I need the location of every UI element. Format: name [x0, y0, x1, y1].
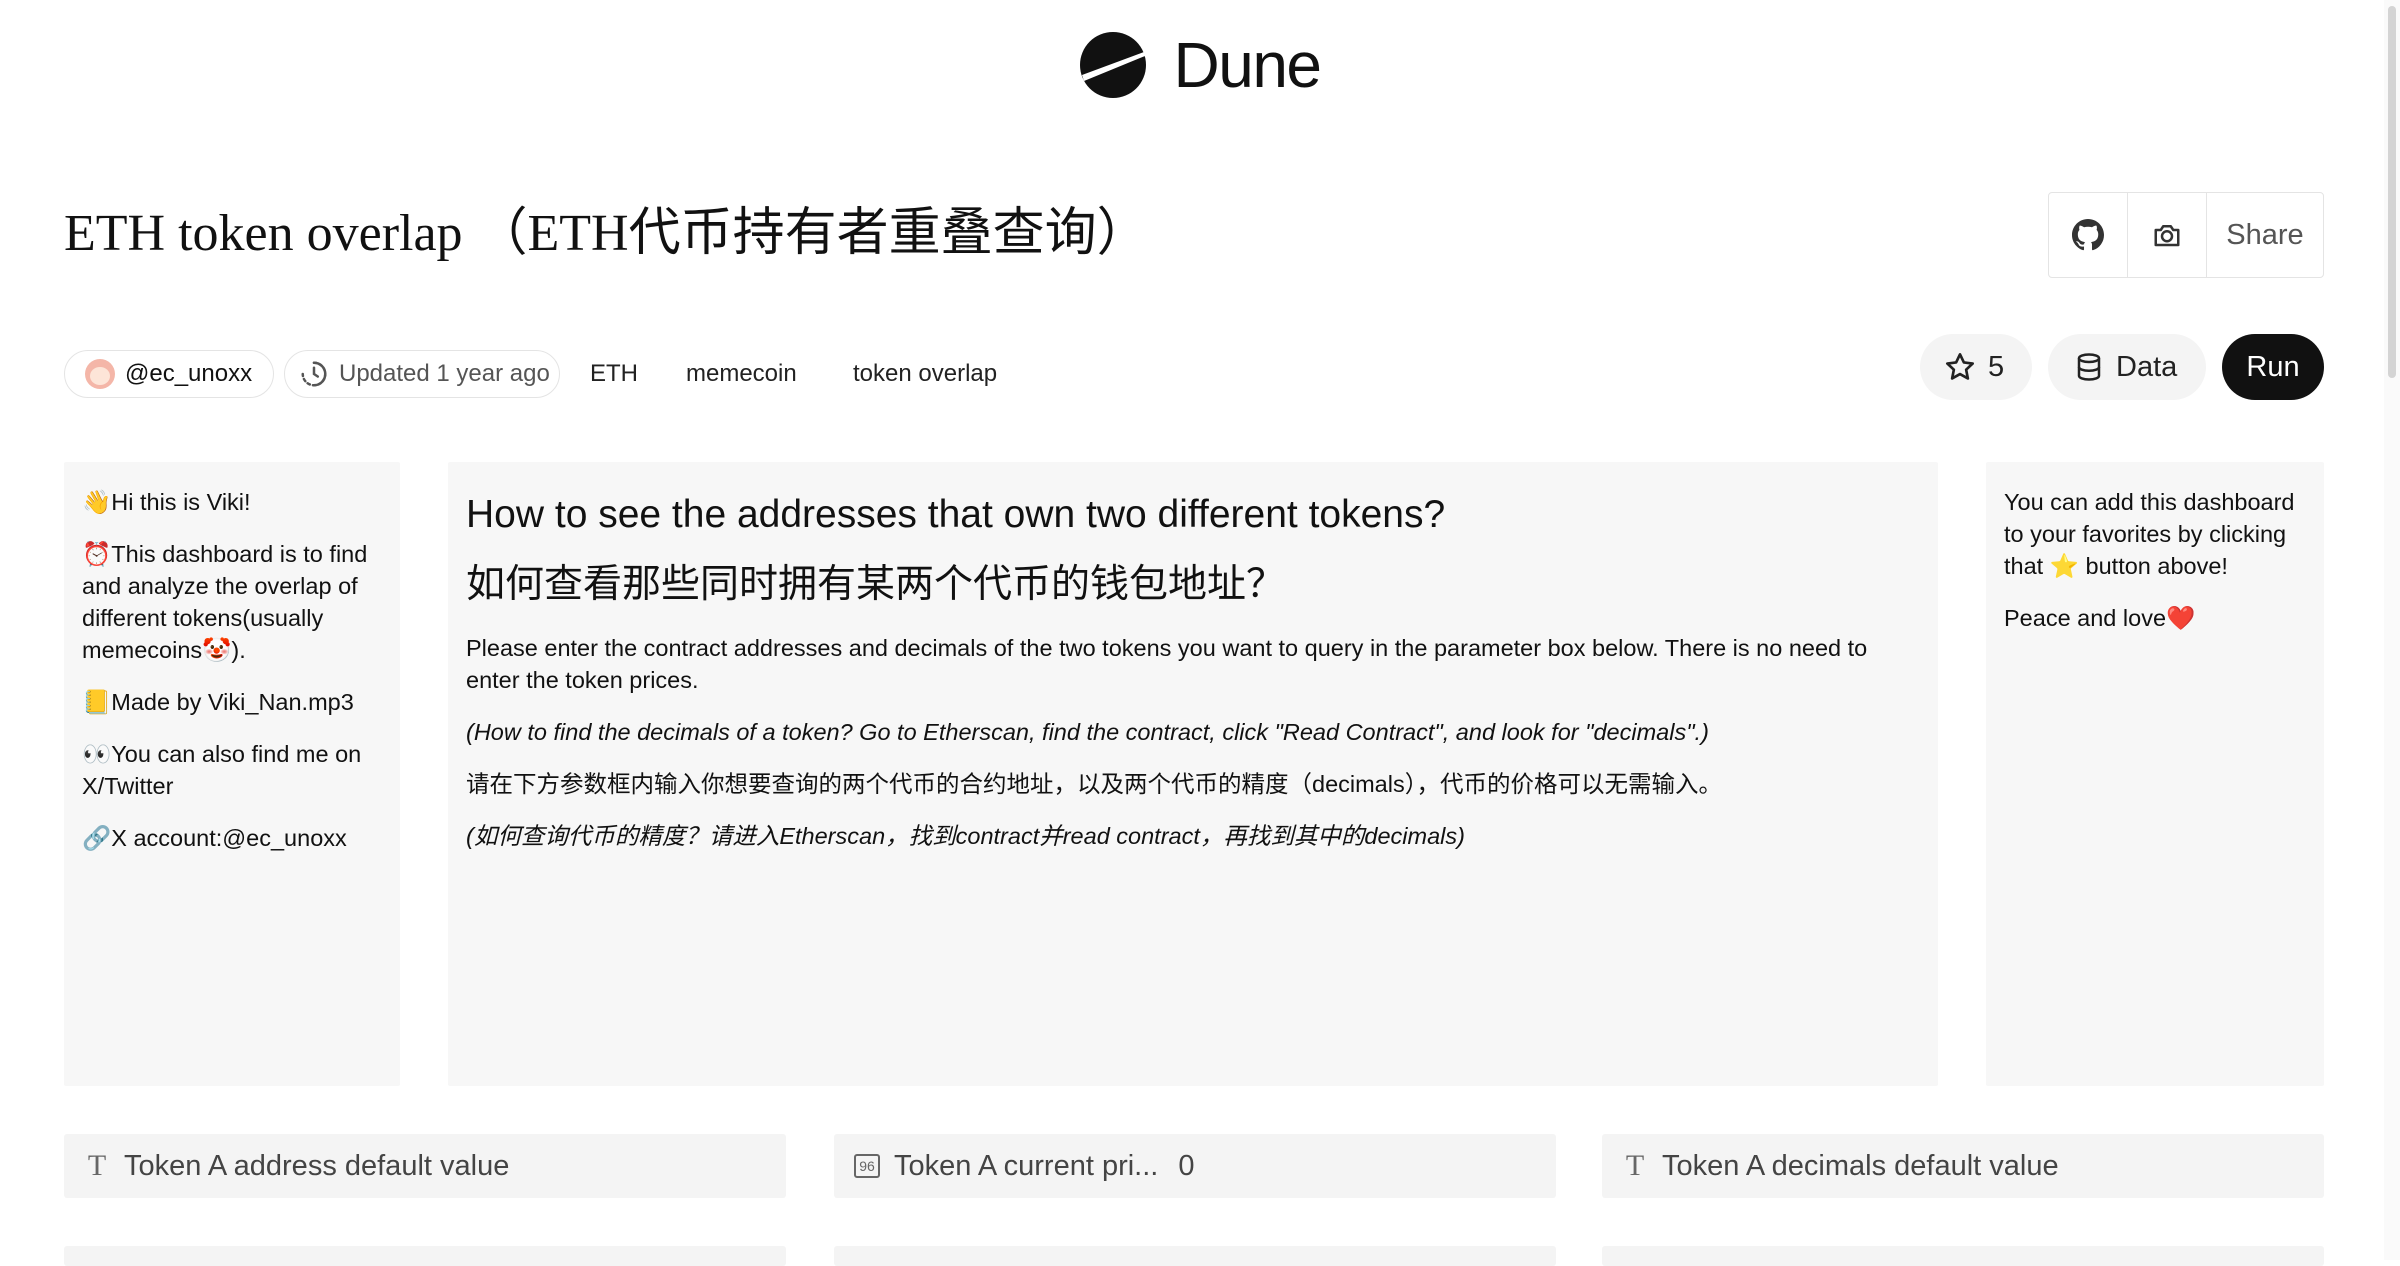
github-icon	[2072, 219, 2104, 251]
data-button[interactable]: Data	[2048, 334, 2206, 400]
updated-text: Updated 1 year ago	[339, 360, 550, 387]
instructions-heading-en: How to see the addresses that own two di…	[466, 493, 1446, 536]
updated-chip: Updated 1 year ago	[284, 350, 560, 398]
number-type-icon: 96	[854, 1154, 880, 1178]
intro-line: 📒Made by Viki_Nan.mp3	[82, 688, 354, 716]
avatar	[85, 359, 115, 389]
instructions-widget: How to see the addresses that own two di…	[448, 462, 1938, 1086]
clown-icon: 🤡	[202, 636, 232, 664]
param-label: Token A address default value	[124, 1149, 510, 1182]
param-token-a-decimals[interactable]: T Token A decimals default value	[1602, 1134, 2324, 1198]
alarm-clock-icon: ⏰	[82, 540, 112, 568]
dune-logo-text: Dune	[1173, 29, 1323, 101]
intro-line: 👋Hi this is Viki!	[82, 488, 251, 516]
instructions-paragraph-zh: 请在下方参数框内输入你想要查询的两个代币的合约地址，以及两个代币的精度（deci…	[466, 771, 1722, 797]
tag-memecoin[interactable]: memecoin	[686, 350, 797, 398]
favorites-text: You can add this dashboard to your favor…	[2004, 489, 2295, 580]
clock-history-icon	[301, 361, 327, 387]
share-label: Share	[2226, 218, 2304, 251]
param-row-2-c[interactable]	[1602, 1246, 2324, 1266]
star-count: 5	[1988, 350, 2005, 383]
instructions-heading-zh: 如何查看那些同时拥有某两个代币的钱包地址？	[466, 563, 1286, 606]
camera-icon	[2154, 225, 2180, 247]
run-button[interactable]: Run	[2222, 334, 2324, 400]
share-button[interactable]: Share	[2207, 193, 2323, 277]
author-chip[interactable]: @ec_unoxx	[64, 350, 274, 398]
dune-logo-icon	[1079, 32, 1146, 98]
star-button[interactable]: 5	[1920, 334, 2032, 400]
intro-widget: 👋Hi this is Viki! ⏰This dashboard is to …	[64, 462, 400, 1086]
instructions-note-en: (How to find the decimals of a token? Go…	[466, 719, 1709, 745]
database-icon	[2077, 353, 2101, 381]
intro-line: 🔗X account:@ec_unoxx	[82, 824, 347, 852]
instructions-note-zh: (如何查询代币的精度？请进入Etherscan，找到contract并read …	[466, 823, 1465, 849]
author-name: @ec_unoxx	[125, 360, 253, 387]
closing-text: Peace and love❤️	[2004, 604, 2196, 632]
tag-token-overlap[interactable]: token overlap	[853, 350, 997, 398]
eyes-icon: 👀	[82, 740, 112, 768]
star-icon	[1946, 353, 1974, 380]
waving-hand-icon: 👋	[82, 488, 112, 516]
intro-line: ⏰This dashboard is to find and analyze t…	[82, 540, 368, 664]
heart-icon: ❤️	[2166, 604, 2196, 632]
github-button[interactable]	[2049, 193, 2128, 277]
instructions-paragraph-en: Please enter the contract addresses and …	[466, 635, 1868, 693]
param-token-a-price[interactable]: 96 Token A current pri... 0	[834, 1134, 1556, 1198]
data-label: Data	[2116, 350, 2178, 383]
tag-eth[interactable]: ETH	[590, 350, 638, 398]
text-type-icon: T	[1625, 1149, 1645, 1182]
param-token-a-address[interactable]: T Token A address default value	[64, 1134, 786, 1198]
param-value: 0	[1178, 1149, 1195, 1182]
link-icon: 🔗	[82, 824, 112, 852]
star-emoji-icon: ⭐	[2049, 552, 2079, 580]
scrollbar-thumb[interactable]	[2388, 6, 2396, 378]
text-type-icon: T	[87, 1149, 107, 1182]
param-label: Token A decimals default value	[1662, 1149, 2059, 1182]
dune-logo[interactable]: Dune	[0, 28, 2400, 102]
param-row-2-b[interactable]	[834, 1246, 1556, 1266]
param-label: Token A current pri...	[894, 1149, 1159, 1182]
run-label: Run	[2246, 350, 2300, 383]
screenshot-button[interactable]	[2128, 193, 2207, 277]
param-row-2-a[interactable]	[64, 1246, 786, 1266]
dashboard-title: ETH token overlap （ETH代币持有者重叠查询）	[64, 205, 1149, 262]
ledger-icon: 📒	[82, 688, 112, 716]
dashboard-actions: Share	[2048, 192, 2324, 278]
favorites-widget: You can add this dashboard to your favor…	[1986, 462, 2324, 1086]
intro-line: 👀You can also find me on X/Twitter	[82, 740, 362, 799]
